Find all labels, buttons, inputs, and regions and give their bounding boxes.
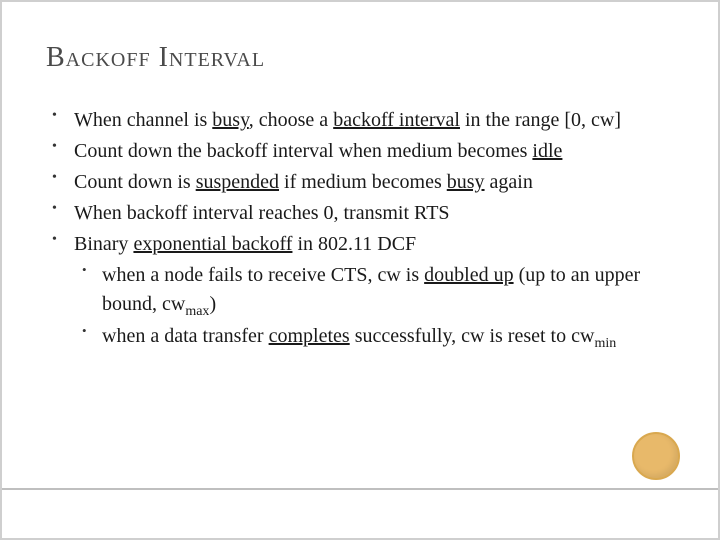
text: Count down the backoff interval when med… <box>74 140 532 162</box>
text-underline: completes <box>269 325 350 347</box>
list-item: when a data transfer completes successfu… <box>74 322 674 354</box>
text: when a data transfer <box>102 325 269 347</box>
text-underline: suspended <box>196 171 279 193</box>
text: Count down is <box>74 171 196 193</box>
text-underline: idle <box>532 140 562 162</box>
page-title: Backoff Interval <box>46 42 674 74</box>
list-item: Count down the backoff interval when med… <box>46 137 674 166</box>
subscript: min <box>594 336 616 351</box>
text: When backoff interval reaches 0, transmi… <box>74 202 450 224</box>
text-underline: exponential backoff <box>133 233 292 255</box>
bullet-list: When channel is busy, choose a backoff i… <box>46 106 674 355</box>
text: if medium becomes <box>279 171 447 193</box>
list-item: when a node fails to receive CTS, cw is … <box>74 261 674 322</box>
list-item: When channel is busy, choose a backoff i… <box>46 106 674 135</box>
list-item: When backoff interval reaches 0, transmi… <box>46 199 674 228</box>
text: in the range [0, cw] <box>460 109 621 131</box>
text: again <box>485 171 533 193</box>
divider <box>2 488 718 490</box>
text: , choose a <box>249 109 333 131</box>
text: ) <box>209 293 216 315</box>
list-item: Count down is suspended if medium become… <box>46 168 674 197</box>
text-underline: busy <box>447 171 485 193</box>
slide: Backoff Interval When channel is busy, c… <box>2 2 718 538</box>
text-underline: doubled up <box>424 264 513 286</box>
circle-icon <box>632 432 680 480</box>
text-underline: busy <box>212 109 248 131</box>
subscript: max <box>185 304 209 319</box>
text: in 802.11 DCF <box>292 233 416 255</box>
text: successfully, cw is reset to cw <box>350 325 595 347</box>
sub-list: when a node fails to receive CTS, cw is … <box>74 261 674 355</box>
list-item: Binary exponential backoff in 802.11 DCF… <box>46 230 674 355</box>
text: when a node fails to receive CTS, cw is <box>102 264 424 286</box>
text: Binary <box>74 233 133 255</box>
text: When channel is <box>74 109 212 131</box>
text-underline: backoff interval <box>333 109 460 131</box>
